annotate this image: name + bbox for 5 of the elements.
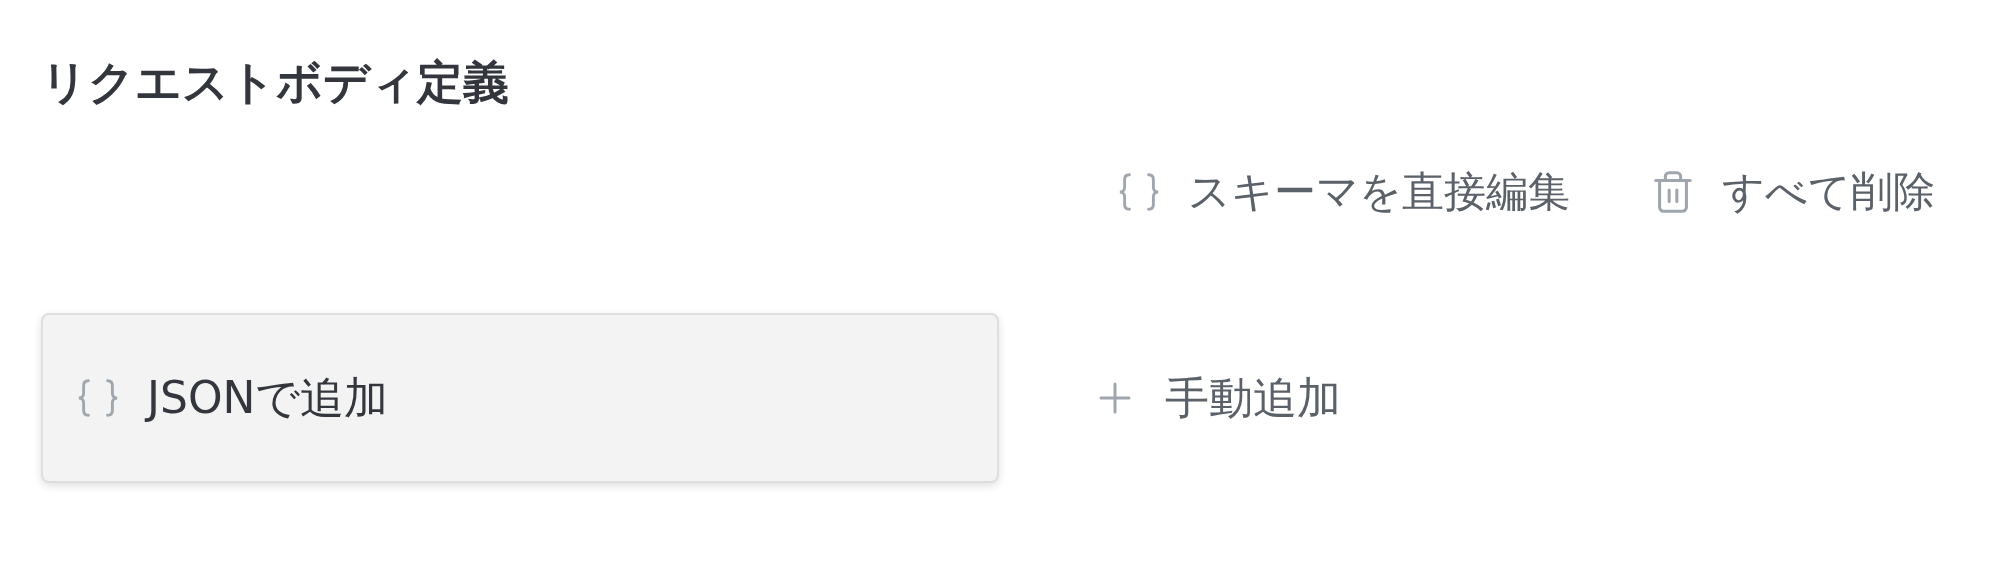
toolbar-button[interactable]: すべて削除 bbox=[1650, 160, 1935, 223]
toolbar-button[interactable]: スキーマを直接編集 bbox=[1116, 160, 1570, 223]
add-option-button[interactable]: 手動追加 bbox=[999, 313, 1433, 483]
section-title: リクエストボディ定義 bbox=[41, 54, 510, 111]
add-option-button[interactable]: JSONで追加 bbox=[41, 313, 999, 483]
